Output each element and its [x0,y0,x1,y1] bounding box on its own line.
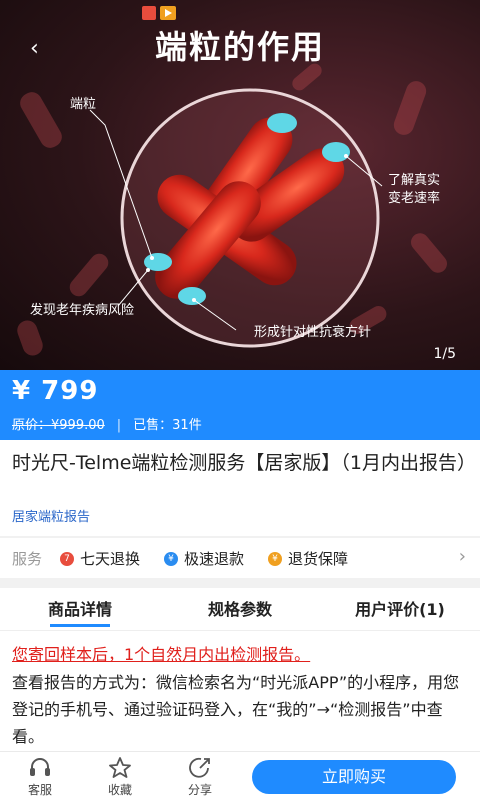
tab-reviews[interactable]: 用户评价(1) [340,596,460,620]
service-text: 退货保障 [288,550,349,568]
report-notice: 您寄回样本后，1个自然月内出检测报告。 [12,645,311,664]
product-tag: 居家端粒报告 [12,510,91,525]
label-telomere: 端粒 [70,97,97,112]
image-counter: 1/5 [433,346,456,362]
hero-title: 端粒的作用 [154,28,325,66]
tab-specs[interactable]: 规格参数 [180,596,300,620]
sold-count: 已售：31件 [133,418,202,433]
customer-service-button[interactable]: 客服 [10,756,70,798]
service-text: 极速退款 [184,550,245,568]
favorite-label: 收藏 [107,783,132,797]
report-instructions: 查看报告的方式为：微信检索名为“时光派APP”的小程序，用您登记的手机号、通过验… [12,673,460,746]
tab-details[interactable]: 商品详情 [20,596,140,620]
section-gap [0,578,480,588]
share-label: 分享 [187,783,212,797]
label-aging-rate-line1: 了解真实 [388,173,441,188]
active-tab-indicator [50,624,110,627]
refund-icon: ¥ [164,551,178,566]
share-button[interactable]: 分享 [170,756,230,798]
guarantee-icon: ¥ [268,551,282,566]
label-aging-rate: 了解真实 变老速率 [388,172,440,208]
current-price: ¥ 799 [12,376,99,406]
detail-tabs: 商品详情 规格参数 用户评价(1) [0,588,480,631]
price-subline: 原价：¥999.00 | 已售：31件 [12,414,202,433]
label-anti-aging-plan: 形成针对性抗衰方针 [254,325,372,340]
service-seven-day-return: 7 七天退换 [60,548,140,569]
service-fast-refund: ¥ 极速退款 [164,548,244,569]
media-badge-icon [142,6,176,20]
star-icon [109,757,131,778]
label-disease-risk: 发现老年疾病风险 [30,303,135,318]
service-return-guarantee: ¥ 退货保障 [268,548,348,569]
chevron-right-icon[interactable]: › [459,546,466,567]
product-info: 时光尺-Telme端粒检测服务【居家版】（1月内出报告） 居家端粒报告 [0,440,480,536]
divider: | [116,418,122,433]
detail-content: 您寄回样本后，1个自然月内出检测报告。 查看报告的方式为：微信检索名为“时光派A… [0,631,480,751]
product-image-carousel[interactable]: ‹ 端粒的作用 端粒 了解真实 变老速率 发现老年疾病风险 形成针对性抗衰方针 … [0,0,480,370]
share-icon [189,757,210,778]
price-bar: ¥ 799 原价：¥999.00 | 已售：31件 [0,370,480,440]
favorite-button[interactable]: 收藏 [90,756,150,798]
headset-icon [30,758,50,776]
service-text: 七天退换 [80,550,141,568]
buy-now-button[interactable]: 立即购买 [252,760,456,794]
service-guarantees-row[interactable]: 服务 7 七天退换 ¥ 极速退款 ¥ 退货保障 › [0,538,480,578]
bottom-action-bar: 客服 收藏 分享 立即购买 [0,751,480,801]
original-price: 原价：¥999.00 [12,418,105,433]
return-icon: 7 [60,551,74,566]
customer-service-label: 客服 [27,783,52,797]
service-label: 服务 [12,550,43,568]
label-aging-rate-line2: 变老速率 [388,191,441,206]
product-title: 时光尺-Telme端粒检测服务【居家版】（1月内出报告） [12,452,476,474]
